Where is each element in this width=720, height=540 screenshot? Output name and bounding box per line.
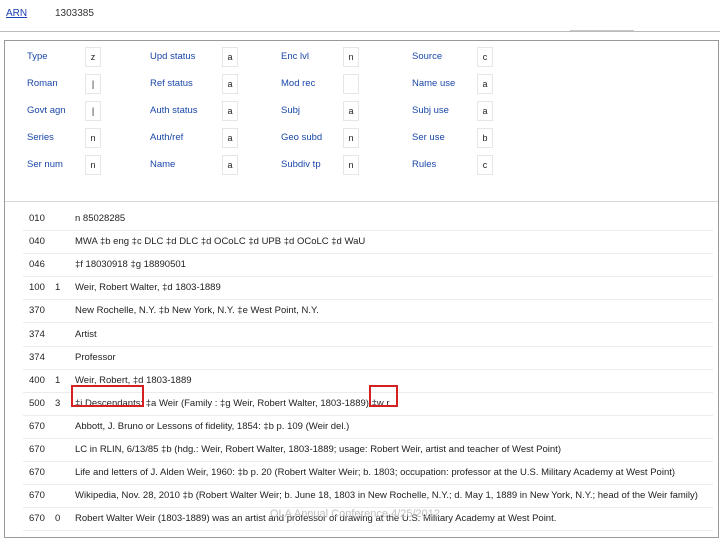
fixed-field-label: Rules xyxy=(412,159,437,170)
indicator-1: 1 xyxy=(55,374,61,386)
fixed-field-value[interactable]: c xyxy=(477,47,493,67)
fixed-fields-area: Type z Upd status a Enc lvl n Source c Roman | Ref… xyxy=(5,41,718,191)
indicator-1: 1 xyxy=(55,536,60,537)
field-content: MWA ‡b eng ‡c DLC ‡d DLC ‡d OCoLC ‡d UPB… xyxy=(75,236,366,248)
field-content: LC in RLIN, 6/13/85 ‡b (hdg.: Weir, Robe… xyxy=(75,444,561,455)
fixed-field-label: Series xyxy=(27,132,54,143)
field-content: n 85028285 xyxy=(75,213,126,224)
fixed-field-value[interactable]: c xyxy=(477,155,493,175)
fixed-field-value[interactable]: | xyxy=(85,101,101,121)
marc-field-row[interactable]: 100 1 Weir, Robert Walter, ‡d 1803-1889 xyxy=(23,277,713,301)
marc-tag: 040 xyxy=(29,236,45,248)
fixed-field-label: Subdiv tp xyxy=(281,159,321,170)
marc-tag: 100 xyxy=(29,282,45,294)
indicator-2: 4 xyxy=(65,536,70,537)
field-content: New Rochelle, N.Y. ‡b New York, N.Y. ‡e … xyxy=(75,305,319,317)
fixed-field-value[interactable]: a xyxy=(477,74,493,94)
marc-tag: 670 xyxy=(29,444,45,455)
fixed-field-label: Subj use xyxy=(412,105,449,116)
highlight-box-wr xyxy=(369,385,398,407)
fixed-field-label: Type xyxy=(27,51,48,62)
indicator-1: 0 xyxy=(55,513,61,525)
marc-tag: 670 xyxy=(29,420,45,432)
fixed-field-value[interactable]: b xyxy=(477,128,493,148)
arn-number: 1303385 xyxy=(55,8,94,19)
field-content: Abbott, J. Bruno or Lessons of fidelity,… xyxy=(75,420,350,432)
top-divider xyxy=(0,31,720,32)
fixed-field-label: Name use xyxy=(412,78,456,89)
fixed-field-label: Name xyxy=(150,159,176,170)
fixed-field-label: Enc lvl xyxy=(281,51,309,62)
fixed-field-value[interactable] xyxy=(343,74,359,94)
fixed-field-label: Ser num xyxy=(27,159,63,170)
marc-field-row[interactable]: 370 New Rochelle, N.Y. ‡b New York, N.Y. … xyxy=(23,300,713,324)
fixed-field-value[interactable]: a xyxy=(477,101,493,121)
footer-text: OLA Annual Conference 4/25/2012 xyxy=(270,508,441,520)
marc-field-row[interactable]: 040 MWA ‡b eng ‡c DLC ‡d DLC ‡d OCoLC ‡d … xyxy=(23,231,713,255)
marc-field-row[interactable]: 010 n 85028285 xyxy=(23,208,713,231)
marc-tag: 400 xyxy=(29,374,45,386)
marc-tag: 670 xyxy=(29,467,45,479)
arn-link[interactable]: ARN xyxy=(6,8,27,19)
authority-record-panel: Type z Upd status a Enc lvl n Source c Roman | Ref… xyxy=(4,40,719,538)
fixed-field-value[interactable]: a xyxy=(343,101,359,121)
fixed-field-label: Subj xyxy=(281,105,301,116)
fixed-field-value[interactable]: | xyxy=(85,74,101,94)
field-content: ‡f 18030918 ‡g 18890501 xyxy=(75,259,186,271)
top-right-box xyxy=(570,2,634,31)
marc-tag: 700 xyxy=(29,536,45,537)
field-content: Wikipedia, Nov. 28, 2010 ‡b (Robert Walt… xyxy=(75,490,698,502)
fixed-field-value[interactable]: a xyxy=(222,74,238,94)
marc-field-row[interactable]: 046 ‡f 18030918 ‡g 18890501 xyxy=(23,254,713,278)
marc-tag: 374 xyxy=(29,328,45,340)
marc-tag: 500 xyxy=(29,397,45,409)
highlight-box-descendants xyxy=(71,385,144,407)
fixed-field-label: Govt agn xyxy=(27,105,66,116)
fixed-field-value[interactable]: a xyxy=(222,155,238,175)
fixed-field-label: Roman xyxy=(27,78,58,89)
fixed-field-label: Ser use xyxy=(412,132,445,143)
fixed-field-value[interactable]: n xyxy=(85,155,101,175)
marc-field-row[interactable]: 670 LC in RLIN, 6/13/85 ‡b (hdg.: Weir, R… xyxy=(23,439,713,462)
marc-field-row[interactable]: 700 1 4 Weir, Robert Walter, ‡d 1803-1889 xyxy=(23,531,713,537)
marc-tag: 046 xyxy=(29,259,45,271)
field-content: Artist xyxy=(75,328,97,340)
field-content: Weir, Robert Walter, ‡d 1803-1889 xyxy=(75,536,710,537)
field-content: Life and letters of J. Alden Weir, 1960:… xyxy=(75,467,676,479)
indicator-1: 1 xyxy=(55,282,61,294)
fixed-field-value[interactable]: n xyxy=(85,128,101,148)
fixed-field-label: Geo subd xyxy=(281,132,323,143)
fixed-field-label: Ref status xyxy=(150,78,193,89)
marc-tag: 370 xyxy=(29,305,45,317)
marc-field-row[interactable]: 374 Artist xyxy=(23,324,713,347)
fixed-field-label: Mod rec xyxy=(281,78,316,89)
marc-field-row[interactable]: 670 Abbott, J. Bruno or Lessons of fideli… xyxy=(23,416,713,439)
fixed-field-label: Upd status xyxy=(150,51,196,62)
field-content: Professor xyxy=(75,351,116,363)
fixed-field-label: Auth/ref xyxy=(150,132,184,143)
fixed-field-label: Auth status xyxy=(150,105,198,116)
marc-tag: 010 xyxy=(29,213,45,224)
marc-tag: 374 xyxy=(29,351,45,363)
marc-field-row[interactable]: 374 Professor xyxy=(23,347,713,370)
marc-field-row[interactable]: 670 Wikipedia, Nov. 28, 2010 ‡b (Robert W… xyxy=(23,485,713,509)
marc-field-row[interactable]: 670 Life and letters of J. Alden Weir, 19… xyxy=(23,462,713,486)
fixed-field-value[interactable]: n xyxy=(343,155,359,175)
fixed-field-value[interactable]: n xyxy=(343,128,359,148)
top-bar: ARN 1303385 xyxy=(0,0,720,32)
section-divider xyxy=(5,201,718,202)
fixed-field-value[interactable]: a xyxy=(222,128,238,148)
fixed-field-value[interactable]: z xyxy=(85,47,101,67)
field-content: Weir, Robert Walter, ‡d 1803-1889 xyxy=(75,282,221,294)
marc-tag: 670 xyxy=(29,490,45,502)
fixed-field-label: Source xyxy=(412,51,443,62)
fixed-field-value[interactable]: n xyxy=(343,47,359,67)
indicator-1: 3 xyxy=(55,397,61,409)
fixed-field-value[interactable]: a xyxy=(222,47,238,67)
marc-tag: 670 xyxy=(29,513,45,525)
fixed-field-value[interactable]: a xyxy=(222,101,238,121)
